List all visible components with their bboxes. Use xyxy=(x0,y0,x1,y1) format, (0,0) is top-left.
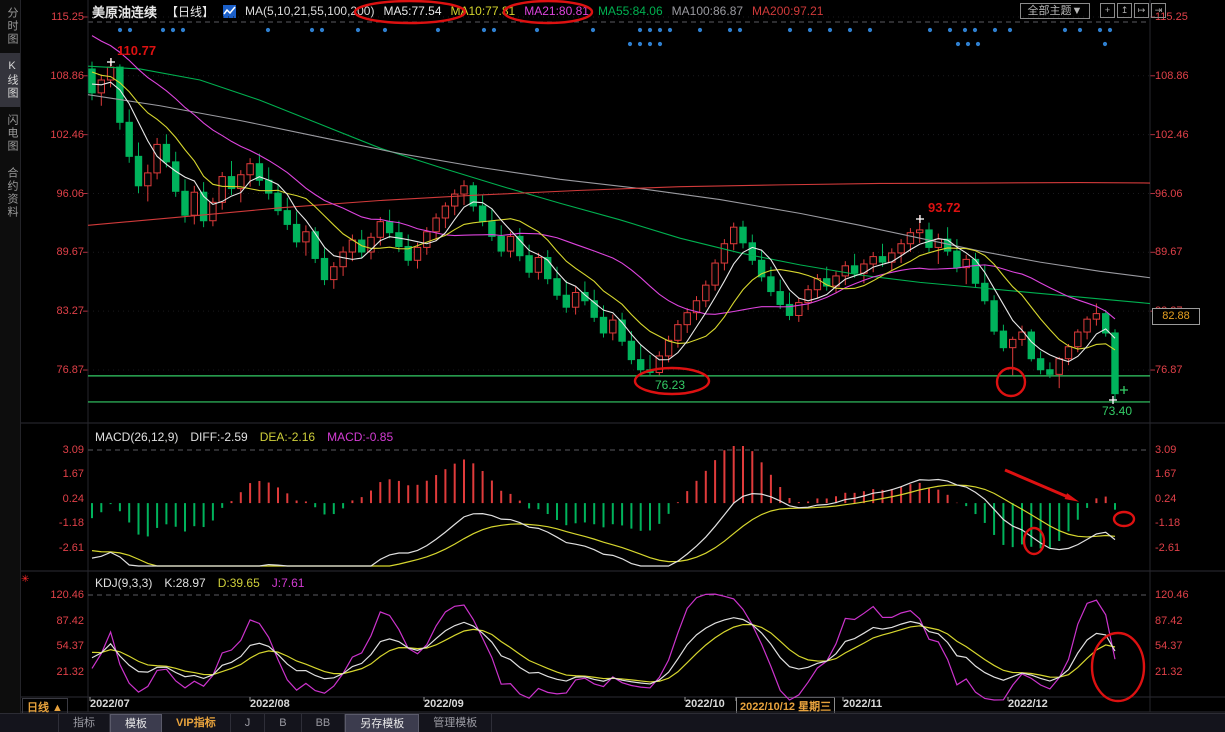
pane-right-icon[interactable]: ↦ xyxy=(1134,3,1149,18)
ma100-line xyxy=(88,95,1150,278)
price-extreme-label: 110.77 xyxy=(117,43,156,58)
signal-dot xyxy=(928,28,932,32)
trading-app-window: 分时图K线图闪电图合约资料 美原油连续 【日线】 MA(5,10,21,55,1… xyxy=(0,0,1225,732)
toolbar-item-8[interactable]: 管理模板 xyxy=(419,714,492,732)
signal-dot xyxy=(266,28,270,32)
signal-dot xyxy=(1098,28,1102,32)
annotation-circle xyxy=(504,1,592,23)
signal-dot xyxy=(868,28,872,32)
annotation-circle xyxy=(1114,512,1134,526)
signal-dot xyxy=(973,28,977,32)
signal-dot xyxy=(963,28,967,32)
pane-exit-icon[interactable]: ⇥ xyxy=(1151,3,1166,18)
signal-dot xyxy=(828,28,832,32)
sidebar-item-4[interactable]: 合约资料 xyxy=(0,160,20,226)
signal-dot xyxy=(638,28,642,32)
signal-dot xyxy=(993,28,997,32)
annotation-circle xyxy=(1092,633,1144,701)
signal-dot xyxy=(738,28,742,32)
signal-dot xyxy=(492,28,496,32)
sidebar-item-2[interactable]: K线图 xyxy=(0,53,20,107)
toolbar-item-1[interactable]: 指标 xyxy=(58,714,110,732)
signal-dot xyxy=(118,28,122,32)
kdj-d-line xyxy=(92,625,1115,682)
signal-dot xyxy=(535,28,539,32)
toolbar-item-3[interactable]: VIP指标 xyxy=(162,714,231,732)
sidebar-item-1[interactable]: 分时图 xyxy=(0,0,20,53)
annotation-circle xyxy=(997,368,1025,396)
pane-up-icon[interactable]: ↥ xyxy=(1117,3,1132,18)
signal-dot xyxy=(956,42,960,46)
signal-dot xyxy=(1078,28,1082,32)
ma200-line xyxy=(88,183,1150,226)
signal-dot xyxy=(658,42,662,46)
toolbar-item-2[interactable]: 模板 xyxy=(110,714,162,732)
signal-dot xyxy=(808,28,812,32)
price-axis-highlight: 82.88 xyxy=(1152,308,1200,325)
signal-dot xyxy=(668,28,672,32)
signal-dot xyxy=(638,42,642,46)
price-extreme-label: 93.72 xyxy=(928,200,961,215)
kdj-j-line xyxy=(92,594,1115,700)
signal-dot xyxy=(1063,28,1067,32)
signal-dot xyxy=(698,28,702,32)
signal-dot xyxy=(728,28,732,32)
sidebar-item-3[interactable]: 闪电图 xyxy=(0,107,20,160)
move-crosshair-icon[interactable]: + xyxy=(1100,3,1115,18)
annotation-arrowhead xyxy=(1065,493,1079,502)
toolbar-item-7[interactable]: 另存模板 xyxy=(345,714,419,732)
signal-dot xyxy=(482,28,486,32)
signal-dot xyxy=(848,28,852,32)
signal-dot xyxy=(181,28,185,32)
signal-dot xyxy=(591,28,595,32)
signal-dot xyxy=(948,28,952,32)
chart-type-sidebar: 分时图K线图闪电图合约资料 xyxy=(0,0,21,713)
ma21-line xyxy=(92,36,1115,319)
signal-dot xyxy=(1008,28,1012,32)
signal-dot xyxy=(161,28,165,32)
toolbar-item-6[interactable]: BB xyxy=(302,714,346,732)
bottom-toolbar: 指标模板VIP指标JBBB另存模板管理模板 xyxy=(0,713,1225,732)
support-level-label: 73.40 xyxy=(1102,404,1132,418)
signal-dot xyxy=(310,28,314,32)
signal-dot xyxy=(356,28,360,32)
chart-canvas[interactable]: 110.77 93.72 xyxy=(0,0,1225,732)
signal-dot xyxy=(171,28,175,32)
toolbar-item-5[interactable]: B xyxy=(265,714,301,732)
kdj-k-line xyxy=(92,618,1115,684)
signal-dot xyxy=(320,28,324,32)
signal-dot xyxy=(658,28,662,32)
theme-dropdown[interactable]: 全部主题▼ xyxy=(1020,3,1090,19)
signal-dot xyxy=(1108,28,1112,32)
signal-dot xyxy=(966,42,970,46)
signal-dot xyxy=(788,28,792,32)
signal-dot xyxy=(976,42,980,46)
signal-dot xyxy=(1103,42,1107,46)
signal-dot xyxy=(436,28,440,32)
toolbar-item-4[interactable]: J xyxy=(231,714,266,732)
signal-dot xyxy=(128,28,132,32)
signal-dot xyxy=(383,28,387,32)
signal-dot xyxy=(648,42,652,46)
signal-dot xyxy=(628,42,632,46)
annotation-circle xyxy=(355,1,465,23)
support-level-label: 76.23 xyxy=(655,378,685,392)
annotation-arrow xyxy=(1005,470,1068,497)
candles-group xyxy=(89,58,1118,400)
signal-dot xyxy=(648,28,652,32)
